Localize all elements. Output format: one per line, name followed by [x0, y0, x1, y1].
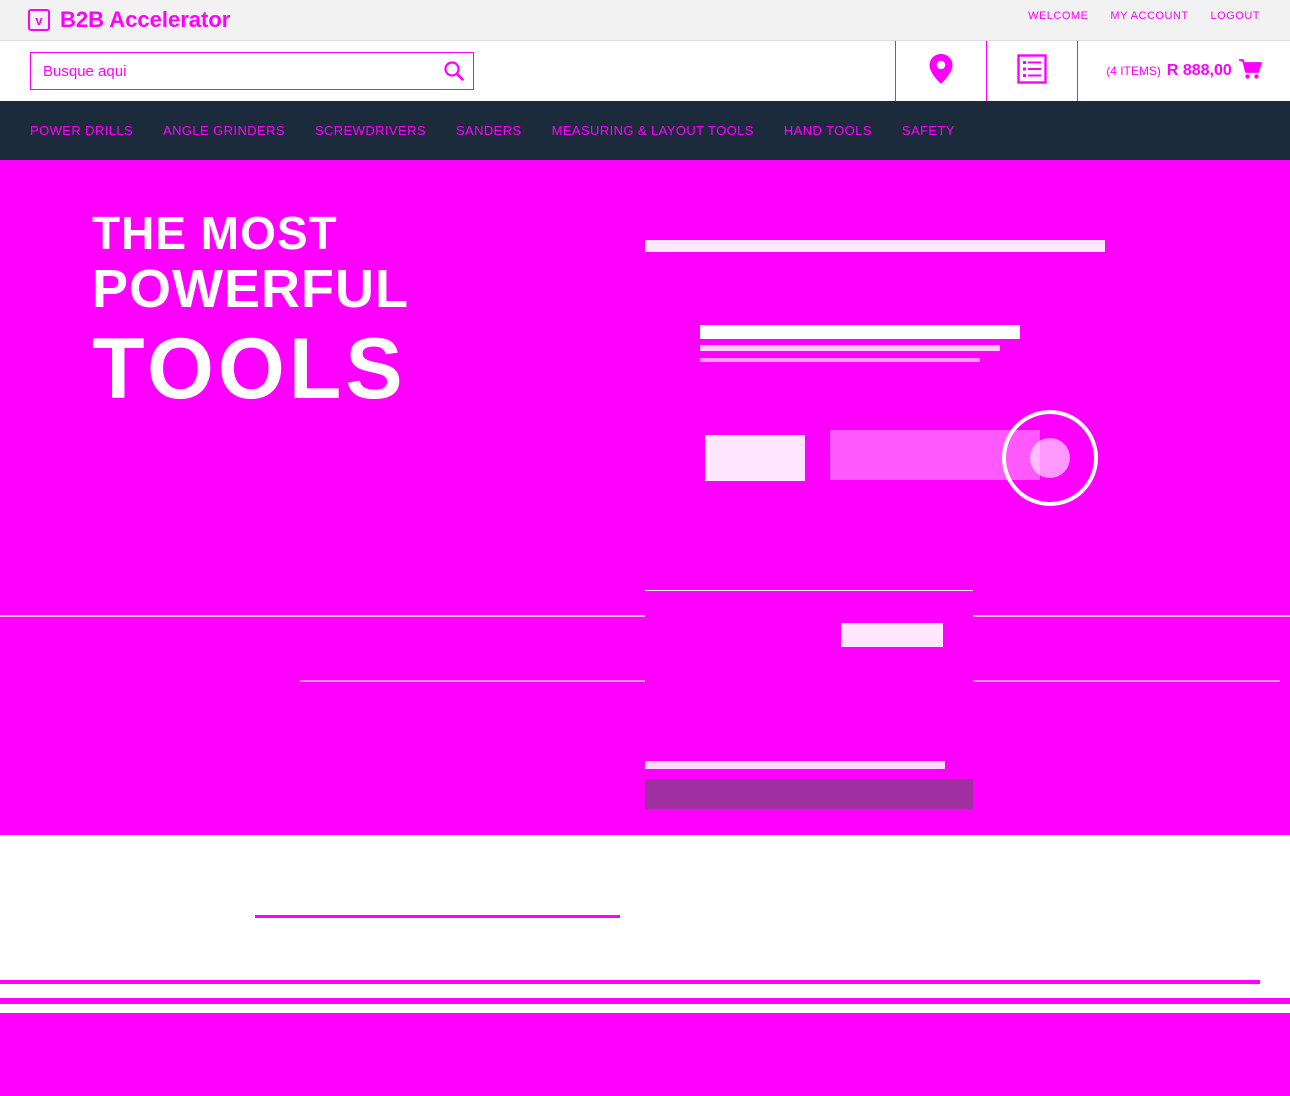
search-row: (4 ITEMS) R 888,00 [0, 41, 1290, 102]
hero-line-1: THE MOST [92, 207, 338, 259]
hero-product-image [640, 230, 1110, 530]
category-nav: POWER DRILLS ANGLE GRINDERS SCREWDRIVERS… [0, 101, 1290, 160]
quick-order-button[interactable] [986, 41, 1076, 101]
nav-item-power-drills[interactable]: POWER DRILLS [30, 123, 133, 138]
search-input[interactable] [31, 53, 431, 89]
hero-banner[interactable]: THE MOST POWERFUL TOOLS [0, 160, 1290, 835]
nav-item-sanders[interactable]: SANDERS [456, 123, 522, 138]
map-pin-icon [928, 53, 954, 90]
logo-mark-icon: v [28, 9, 50, 31]
cart-icon [1238, 58, 1262, 85]
brand-name: B2B Accelerator [60, 7, 231, 32]
search-box [30, 52, 474, 90]
list-icon [1016, 53, 1047, 89]
search-icon[interactable] [443, 60, 465, 82]
footer-band [0, 1013, 1290, 1096]
hero-detail-panel [645, 590, 973, 835]
decorative-stripe [0, 980, 1260, 984]
welcome-link[interactable]: WELCOME [1028, 10, 1088, 22]
decorative-stripe [255, 915, 620, 918]
cart-total: R 888,00 [1166, 62, 1232, 79]
my-account-link[interactable]: MY ACCOUNT [1110, 10, 1188, 22]
brand-logo[interactable]: v B2B Accelerator [28, 6, 230, 34]
hero-line-3: TOOLS [92, 321, 407, 417]
nav-item-hand-tools[interactable]: HAND TOOLS [784, 123, 872, 138]
nav-item-measuring-layout-tools[interactable]: MEASURING & LAYOUT TOOLS [552, 123, 754, 138]
store-locator-button[interactable] [895, 41, 985, 101]
logout-link[interactable]: LOGOUT [1211, 10, 1260, 22]
top-links: WELCOME MY ACCOUNT LOGOUT [1028, 10, 1260, 22]
decorative-stripe [0, 998, 1290, 1004]
top-bar: v B2B Accelerator WELCOME MY ACCOUNT LOG… [0, 0, 1290, 41]
mini-cart[interactable]: (4 ITEMS) R 888,00 [1077, 41, 1290, 101]
nav-item-safety[interactable]: SAFETY [902, 123, 955, 138]
nav-item-screwdrivers[interactable]: SCREWDRIVERS [315, 123, 426, 138]
hero-line-2: POWERFUL [92, 259, 409, 319]
nav-item-angle-grinders[interactable]: ANGLE GRINDERS [163, 123, 285, 138]
cart-item-count: (4 ITEMS) [1106, 64, 1161, 78]
hero-heading: THE MOST POWERFUL TOOLS [92, 210, 409, 412]
